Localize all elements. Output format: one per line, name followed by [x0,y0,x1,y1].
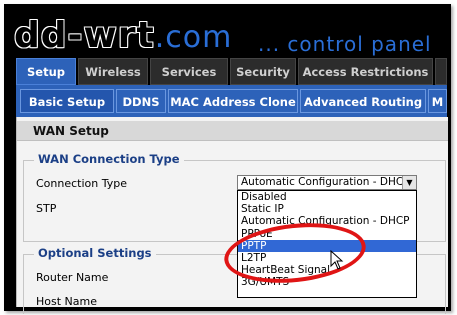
chevron-down-icon[interactable]: ▼ [402,176,416,189]
logo-dd: dd [14,15,68,56]
tab-advanced-routing[interactable]: Advanced Routing [300,89,426,113]
tab-wireless[interactable]: Wireless [78,58,148,85]
sub-tab-bar: Basic Setup DDNS MAC Address Clone Advan… [16,85,447,117]
optional-settings-legend: Optional Settings [34,246,156,260]
option-disabled[interactable]: Disabled [238,191,416,203]
connection-type-select[interactable]: Automatic Configuration - DHCP ▼ [237,175,417,190]
tab-security[interactable]: Security [230,58,296,85]
host-name-label: Host Name [36,295,97,308]
router-name-label: Router Name [36,271,109,284]
logo-com: .com [154,20,233,55]
ddwrt-logo: dd-wrt.com [14,14,232,58]
tab-setup[interactable]: Setup [16,58,76,85]
connection-type-label: Connection Type [36,177,128,190]
tab-access-restrictions[interactable]: Access Restrictions [298,58,433,85]
tab-ddns[interactable]: DDNS [116,89,166,113]
connection-type-value: Automatic Configuration - DHCP [241,176,410,188]
stp-label: STP [36,202,57,215]
tab-more[interactable]: M [428,89,447,113]
tab-basic-setup[interactable]: Basic Setup [20,89,114,113]
tab-overflow[interactable] [435,58,447,85]
tab-mac-address-clone[interactable]: MAC Address Clone [168,89,298,113]
logo-wrt: -wrt [67,15,155,56]
mouse-pointer-icon [330,249,344,274]
wan-connection-legend: WAN Connection Type [34,152,184,166]
section-title: WAN Setup [17,121,448,141]
tab-services[interactable]: Services [150,58,228,85]
option-static-ip[interactable]: Static IP [238,203,416,215]
tagline: ... control panel [258,32,432,56]
